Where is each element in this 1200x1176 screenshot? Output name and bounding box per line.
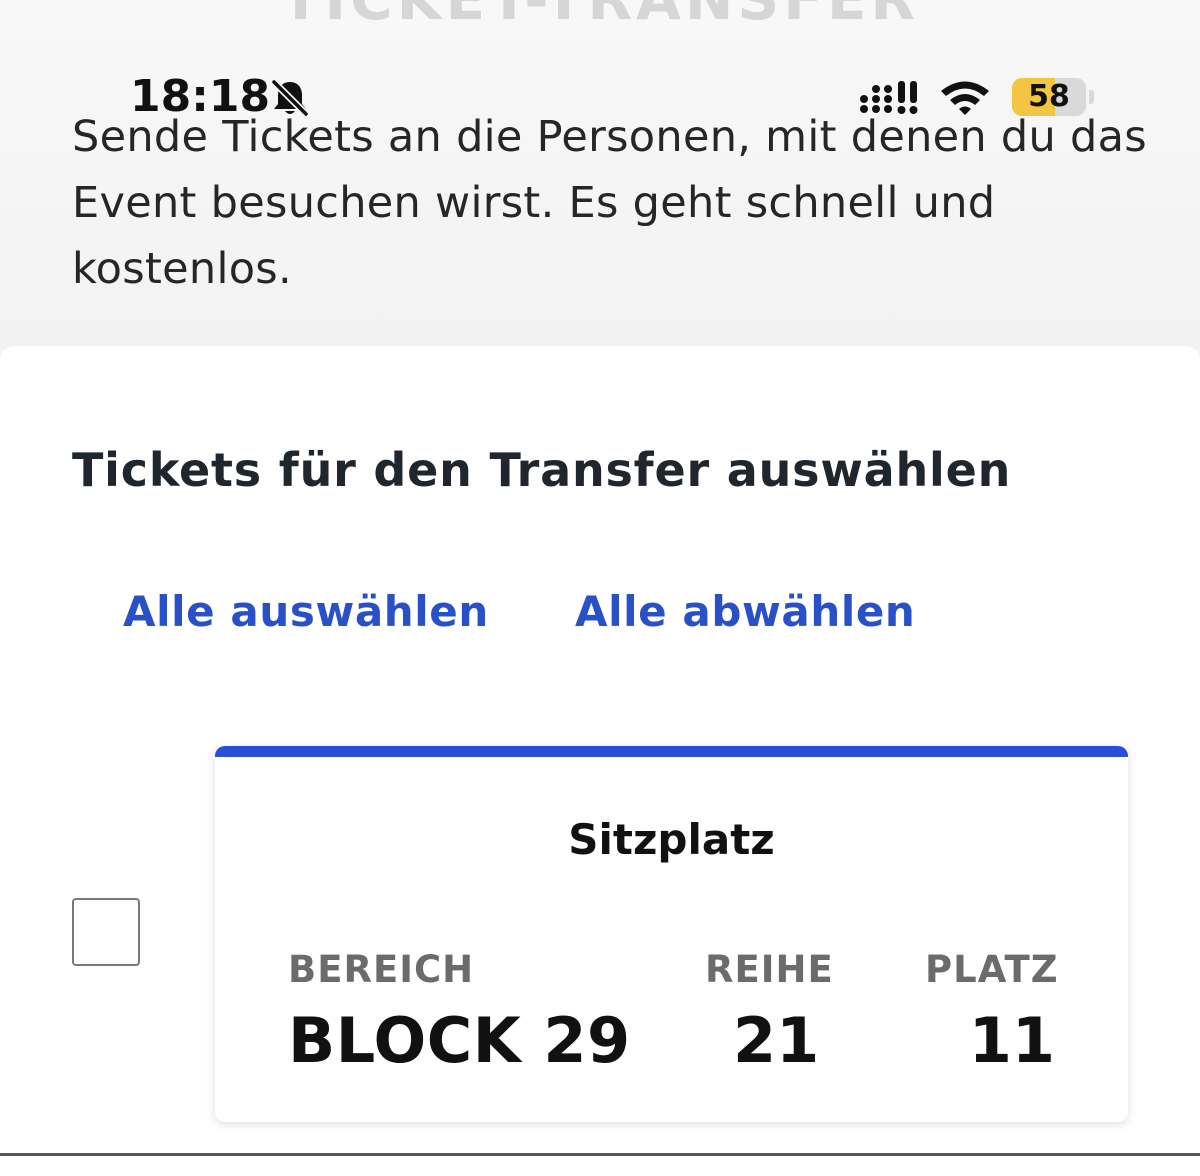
select-all-button[interactable]: Alle auswählen bbox=[123, 584, 489, 640]
ticket-card[interactable]: Sitzplatz BEREICH REIHE PLATZ BLOCK 29 2… bbox=[215, 746, 1128, 1122]
row-label: REIHE bbox=[705, 948, 834, 991]
header-area: TICKET-TRANSFER 18:18 58 Sende Tickets a… bbox=[0, 0, 1200, 360]
deselect-all-button[interactable]: Alle abwählen bbox=[575, 584, 915, 640]
row-value: 21 bbox=[733, 1004, 820, 1077]
ticket-type: Sitzplatz bbox=[568, 815, 775, 864]
area-label: BEREICH bbox=[288, 948, 475, 991]
seat-label: PLATZ bbox=[925, 948, 1059, 991]
ticket-checkbox[interactable] bbox=[72, 898, 140, 966]
intro-text: Sende Tickets an die Personen, mit denen… bbox=[72, 112, 1147, 294]
seat-value: 11 bbox=[968, 1004, 1055, 1077]
battery-tip bbox=[1089, 90, 1094, 104]
ticket-accent-bar bbox=[215, 746, 1128, 757]
area-value: BLOCK 29 bbox=[288, 1004, 631, 1077]
page-title: TICKET-TRANSFER bbox=[0, 0, 1200, 28]
section-heading: Tickets für den Transfer auswählen bbox=[72, 443, 1012, 497]
